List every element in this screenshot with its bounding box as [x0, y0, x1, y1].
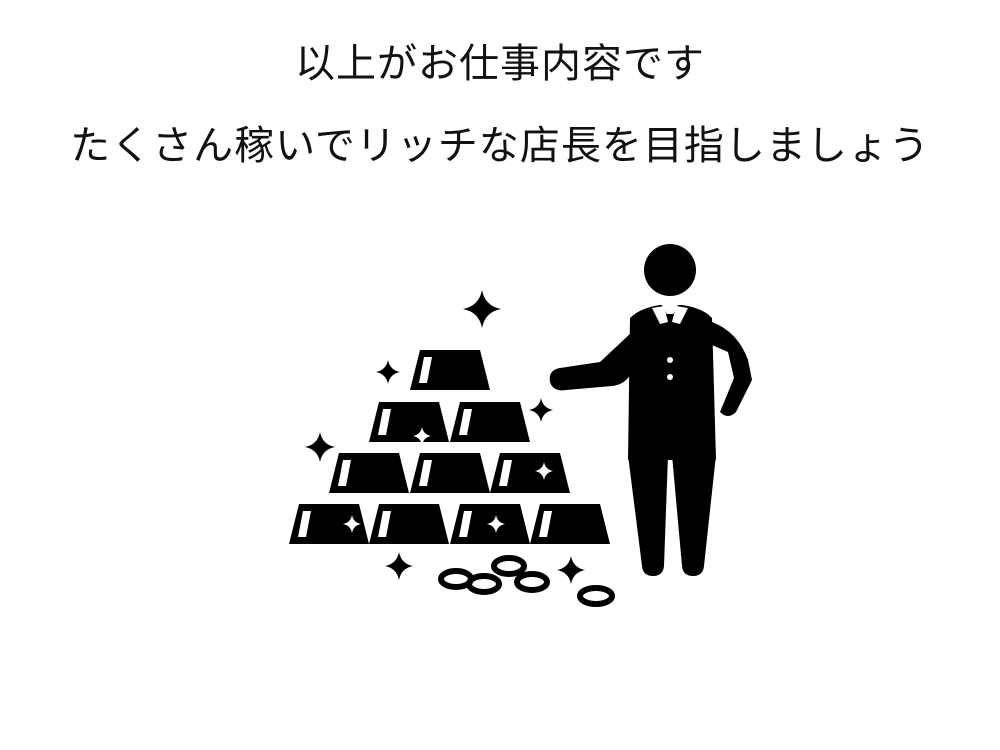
- coins: [438, 555, 615, 607]
- gold-bar-icon: [369, 504, 449, 544]
- sparkle-icon: [376, 360, 400, 384]
- sparkle-icon: [529, 398, 553, 422]
- sparkle-icon: [557, 556, 585, 584]
- slide: 以上がお仕事内容です たくさん稼いでリッチな店長を目指しましょう: [0, 0, 1000, 750]
- gold-bar-icon: [450, 402, 530, 442]
- head-icon: [644, 244, 696, 296]
- gold-bar-icon: [329, 453, 409, 493]
- rich-manager-with-gold-bars-icon: [289, 244, 752, 607]
- gold-bar-icon: [369, 402, 449, 442]
- sparkle-icon: [385, 552, 413, 580]
- heading-line-1: 以上がお仕事内容です: [295, 41, 705, 87]
- gold-bar-icon: [410, 453, 490, 493]
- sparkle-icon: [305, 432, 335, 462]
- heading-line-2: たくさん稼いでリッチな店長を目指しましょう: [70, 123, 930, 169]
- sparkle-icon: [463, 290, 501, 328]
- coin-icon: [466, 573, 502, 595]
- coin-icon: [514, 571, 550, 593]
- coin-icon: [577, 585, 615, 607]
- gold-bar-icon: [410, 350, 490, 390]
- coin-icon: [491, 555, 527, 577]
- gold-bar-icon: [530, 504, 610, 544]
- gold-bar-icon: [490, 453, 570, 493]
